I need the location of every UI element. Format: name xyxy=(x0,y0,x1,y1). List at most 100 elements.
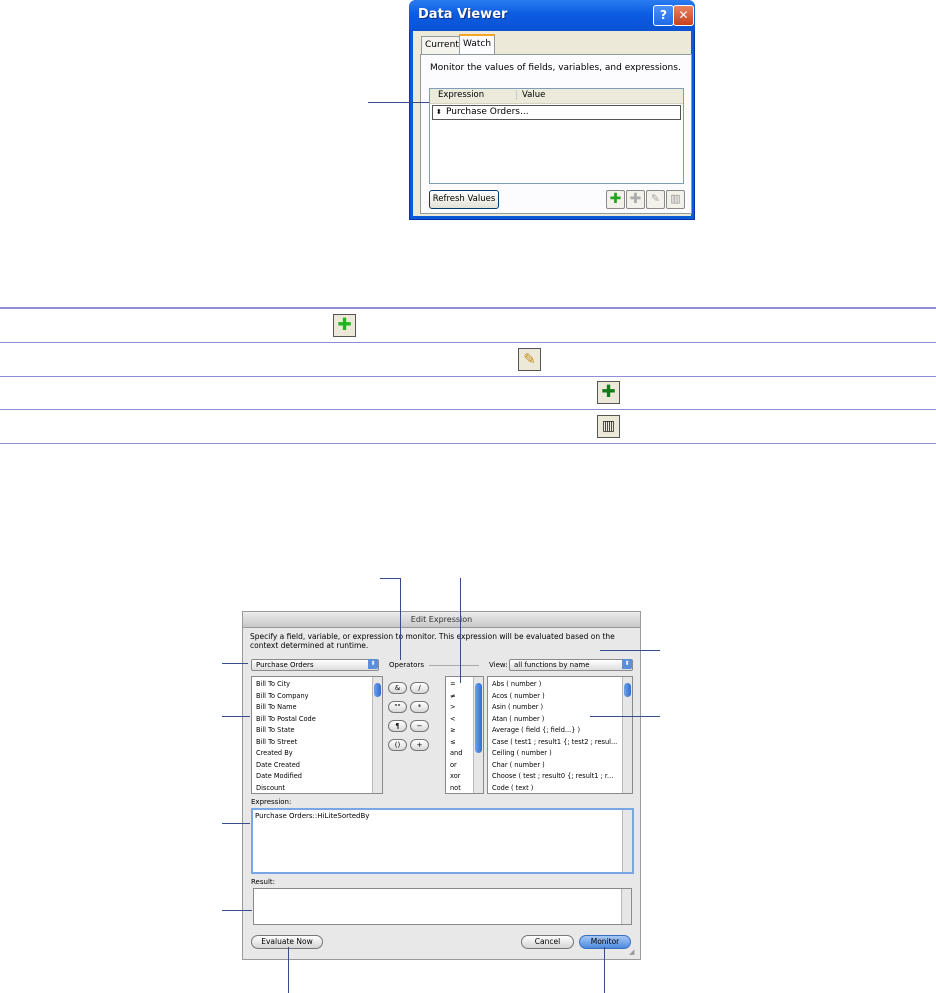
fields-list[interactable]: Bill To City Bill To Company Bill To Name B… xyxy=(251,676,383,794)
operator-plus-button[interactable]: + xyxy=(410,739,429,751)
edit-pencil-icon[interactable]: ✎ xyxy=(646,190,665,209)
close-button[interactable]: ✕ xyxy=(673,5,694,26)
view-label: View: xyxy=(489,661,508,669)
callout-line xyxy=(222,910,252,911)
popup-arrows-icon: ⬍ xyxy=(622,659,632,669)
column-header-expression[interactable]: Expression xyxy=(438,90,484,100)
table-popup[interactable]: Purchase Orders ⬍ xyxy=(251,659,379,671)
callout-line xyxy=(222,663,248,664)
tab-current[interactable]: Current xyxy=(421,36,463,54)
duplicate-expression-icon[interactable]: ✚ xyxy=(626,190,645,209)
functions-list[interactable]: Abs ( number ) Acos ( number ) Asin ( numb… xyxy=(487,676,633,794)
evaluate-now-button[interactable]: Evaluate Now xyxy=(251,935,323,949)
refresh-values-button[interactable]: Refresh Values xyxy=(429,190,499,209)
duplicate-expression-icon: ✚ xyxy=(597,381,620,404)
operator-list-item[interactable]: = xyxy=(450,679,456,690)
monitor-button[interactable]: Monitor xyxy=(579,935,631,949)
watch-list-header: Expression Value xyxy=(430,89,683,104)
callout-line xyxy=(288,947,289,993)
callout-line xyxy=(222,716,250,717)
function-list-item[interactable]: Atan ( number ) xyxy=(492,714,544,725)
operator-multiply-button[interactable]: * xyxy=(410,701,429,713)
field-list-item[interactable]: Date Created xyxy=(256,760,300,771)
operator-list-item[interactable]: > xyxy=(450,702,456,713)
field-list-item[interactable]: Date Modified xyxy=(256,771,302,782)
column-header-value[interactable]: Value xyxy=(516,90,545,100)
function-list-item[interactable]: Acos ( number ) xyxy=(492,691,545,702)
expression-text: Purchase Orders::HiLiteSortedBy xyxy=(255,812,370,820)
operator-quotes-button[interactable]: "" xyxy=(388,701,407,713)
field-list-item[interactable]: Created By xyxy=(256,748,293,759)
field-list-item[interactable]: Bill To State xyxy=(256,725,295,736)
watch-panel: Monitor the values of fields, variables,… xyxy=(420,54,692,214)
tab-watch[interactable]: Watch xyxy=(459,34,496,56)
result-scrollbar[interactable] xyxy=(621,889,631,924)
function-list-item[interactable]: Code ( text ) xyxy=(492,783,533,794)
function-list-item[interactable]: Choose ( test ; result0 {; result1 ; r..… xyxy=(492,771,613,782)
data-viewer-titlebar[interactable]: Data Viewer ? ✕ xyxy=(409,0,695,31)
function-list-item[interactable]: Case ( test1 ; result1 {; test2 ; resul.… xyxy=(492,737,617,748)
popup-arrows-icon: ⬍ xyxy=(368,659,378,669)
function-list-item[interactable]: Asin ( number ) xyxy=(492,702,543,713)
instructions-text: Specify a field, variable, or expression… xyxy=(250,632,615,650)
edit-expression-titlebar[interactable]: Edit Expression xyxy=(243,612,640,628)
cancel-button[interactable]: Cancel xyxy=(521,935,574,949)
function-list-item[interactable]: Char ( number ) xyxy=(492,760,545,771)
callout-line xyxy=(590,716,660,717)
functions-scrollbar[interactable] xyxy=(622,677,632,793)
expression-label: Expression: xyxy=(251,798,292,806)
watch-description: Monitor the values of fields, variables,… xyxy=(430,63,681,73)
operator-list-item[interactable]: < xyxy=(450,714,456,725)
data-viewer-window: Data Viewer ? ✕ Current Watch Monitor th… xyxy=(409,0,695,220)
help-button[interactable]: ? xyxy=(653,5,674,26)
function-list-item[interactable]: Average ( field {; field...} ) xyxy=(492,725,580,736)
field-list-item[interactable]: Bill To Street xyxy=(256,737,297,748)
watch-list[interactable]: Expression Value ⬍ Purchase Orders... xyxy=(429,88,684,184)
delete-trash-icon[interactable]: ▥ xyxy=(666,190,685,209)
view-popup[interactable]: all functions by name ⬍ xyxy=(509,659,633,671)
add-expression-icon: ✚ xyxy=(333,314,356,337)
operators-scrollbar[interactable] xyxy=(473,677,483,793)
field-list-item[interactable]: Bill To Name xyxy=(256,702,297,713)
function-list-item[interactable]: Ceiling ( number ) xyxy=(492,748,552,759)
watch-row[interactable]: ⬍ Purchase Orders... xyxy=(432,105,681,120)
scroll-thumb[interactable] xyxy=(624,683,631,697)
sort-arrows-icon: ⬍ xyxy=(436,108,442,116)
resize-grip-icon[interactable]: ◢ xyxy=(629,948,634,956)
window-title: Data Viewer xyxy=(418,7,508,22)
operator-list-item[interactable]: ≤ xyxy=(450,737,456,748)
operator-list-item[interactable]: or xyxy=(450,760,457,771)
scroll-thumb[interactable] xyxy=(475,683,482,753)
table-top-rule xyxy=(0,307,936,309)
operator-list-item[interactable]: ≠ xyxy=(450,691,456,702)
operator-ampersand-button[interactable]: & xyxy=(388,682,407,694)
result-field xyxy=(253,888,632,925)
callout-line xyxy=(400,578,401,660)
operator-list-item[interactable]: ≥ xyxy=(450,725,456,736)
function-list-item[interactable]: Abs ( number ) xyxy=(492,679,541,690)
operators-label: Operators xyxy=(389,661,424,669)
operator-divide-button[interactable]: / xyxy=(410,682,429,694)
operator-parentheses-button[interactable]: () xyxy=(388,739,407,751)
field-list-item[interactable]: Bill To Company xyxy=(256,691,309,702)
operator-minus-button[interactable]: − xyxy=(410,720,429,732)
operator-list-item[interactable]: xor xyxy=(450,771,460,782)
expression-field[interactable]: Purchase Orders::HiLiteSortedBy xyxy=(251,808,634,874)
field-list-item[interactable]: Bill To Postal Code xyxy=(256,714,316,725)
field-list-item[interactable]: Bill To City xyxy=(256,679,290,690)
fields-scrollbar[interactable] xyxy=(372,677,382,793)
scroll-thumb[interactable] xyxy=(374,683,381,697)
expression-scrollbar[interactable] xyxy=(622,810,632,872)
field-list-item[interactable]: Discount xyxy=(256,783,285,794)
callout-line xyxy=(460,578,461,683)
operator-list-item[interactable]: not xyxy=(450,783,461,794)
edit-expression-window: Edit Expression Specify a field, variabl… xyxy=(242,611,641,960)
operator-list-item[interactable]: and xyxy=(450,748,462,759)
comparison-operators-list[interactable]: = ≠ > < ≥ ≤ and or xor not xyxy=(445,676,484,794)
table-rule xyxy=(0,409,936,410)
operator-pilcrow-button[interactable]: ¶ xyxy=(388,720,407,732)
add-expression-icon[interactable]: ✚ xyxy=(606,190,625,209)
operators-rule xyxy=(429,665,479,666)
data-viewer-body: Current Watch Monitor the values of fiel… xyxy=(413,31,692,216)
edit-pencil-icon: ✎ xyxy=(518,348,541,371)
